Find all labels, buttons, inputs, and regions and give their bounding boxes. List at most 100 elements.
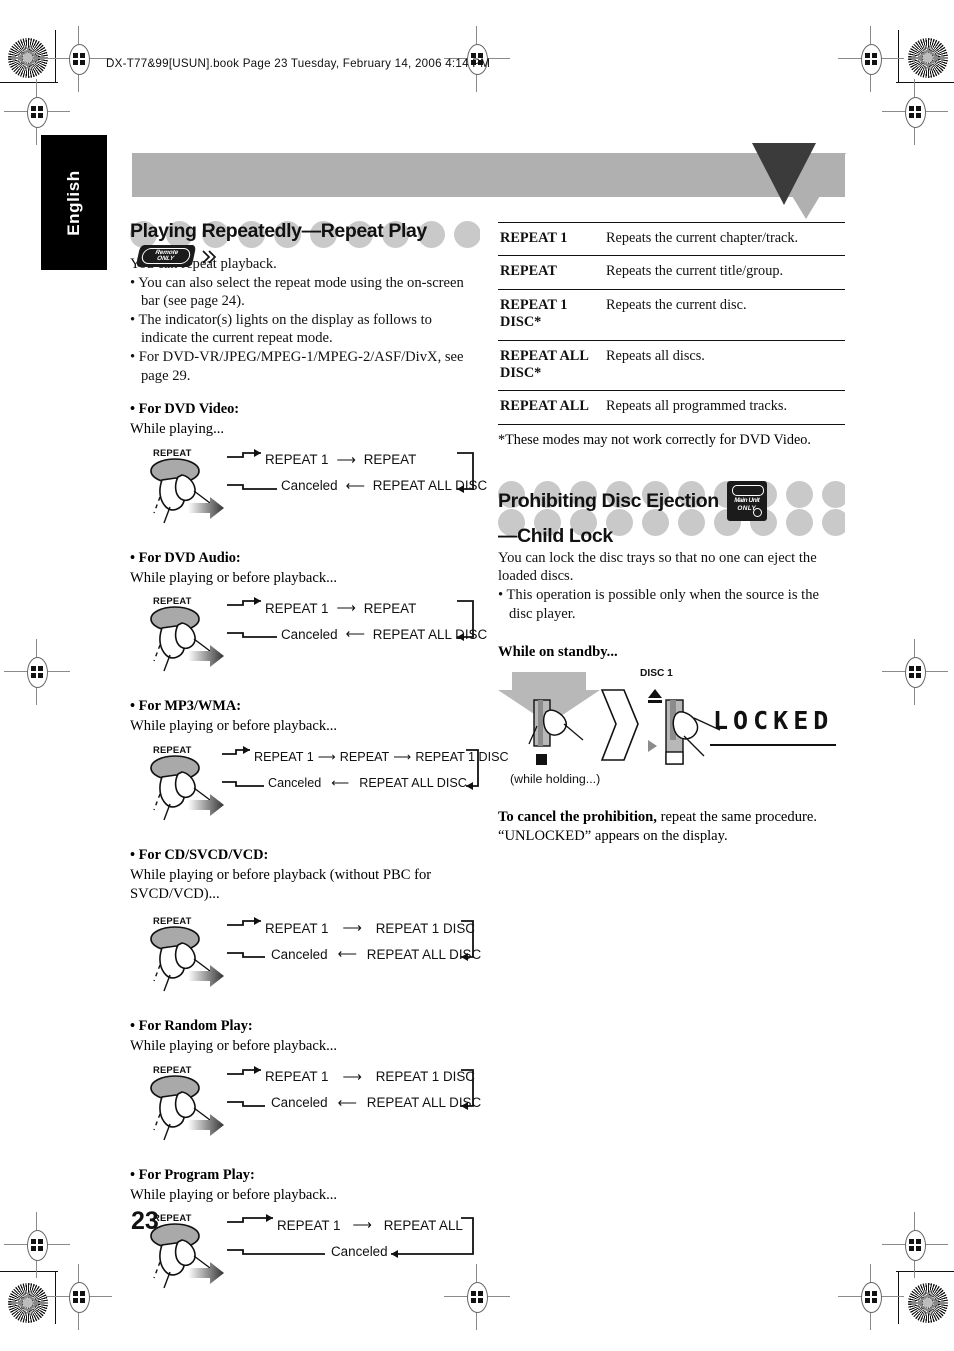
- main-badge-line1: Main Unit: [734, 496, 760, 504]
- flow-state: REPEAT 1: [277, 1217, 341, 1233]
- registration-starburst-top-left: [8, 38, 48, 78]
- table-row: REPEAT Repeats the current title/group.: [498, 255, 845, 290]
- flow-state: Canceled: [281, 626, 338, 642]
- registration-target: [882, 639, 948, 705]
- flow-state: REPEAT 1: [254, 749, 314, 764]
- while-holding-caption: (while holding...): [510, 772, 601, 787]
- mode-description: Repeats the current chapter/track.: [604, 221, 845, 256]
- mode-description: Repeats all programmed tracks.: [604, 390, 845, 424]
- header-triangle-dark: [752, 143, 816, 205]
- remote-badge-line2: ONLY: [156, 255, 175, 263]
- section-title-text: Playing Repeatedly—Repeat Play: [130, 220, 427, 242]
- standby-label-text: While on standby...: [498, 644, 618, 661]
- mode-description: Repeats the current disc.: [604, 288, 845, 341]
- section-heading: For DVD Video:: [130, 400, 480, 419]
- flow-state: REPEAT 1: [265, 452, 329, 468]
- table-row: REPEAT 1 DISC* Repeats the current disc.: [498, 288, 845, 341]
- cancel-instruction-bold: To cancel the prohibition,: [498, 809, 657, 826]
- mode-name: REPEAT: [498, 255, 604, 290]
- bullet-indicator-lights: The indicator(s) lights on the display a…: [130, 311, 480, 348]
- section-heading: For Random Play:: [130, 1017, 480, 1036]
- repeat-button-graphic: REPEAT: [148, 595, 232, 673]
- cancel-instruction: To cancel the prohibition, repeat the sa…: [498, 808, 845, 846]
- repeat-section-mp3-wma: For MP3/WMA: While playing or before pla…: [130, 697, 509, 824]
- section-condition: While playing or before playback (withou…: [130, 866, 432, 902]
- registration-target: [4, 639, 70, 705]
- registration-target: [46, 26, 112, 92]
- flow-state: REPEAT 1: [265, 600, 329, 616]
- section-heading: For MP3/WMA:: [130, 697, 480, 716]
- repeat-button-label: REPEAT: [153, 915, 192, 927]
- repeat-section-dvd-audio: For DVD Audio: While playing or before p…: [130, 549, 487, 676]
- left-column: Playing Repeatedly—Repeat Play Remote ONLY…: [130, 218, 509, 1293]
- flow-cycle: REPEAT 1 ⟶ REPEAT ⟶ REPEAT 1 DISC Cancel…: [220, 742, 509, 804]
- registration-target: [4, 1212, 70, 1278]
- crop-mark-line: [898, 1272, 900, 1324]
- mode-name: REPEAT 1: [498, 221, 604, 256]
- repeat-flow-diagram: REPEAT: [130, 443, 487, 527]
- table-row: REPEAT ALL DISC* Repeats all discs.: [498, 339, 845, 391]
- flow-state: REPEAT 1: [265, 920, 329, 936]
- display-underline: [710, 744, 836, 746]
- bullet-onscreen-bar: You can also select the repeat mode usin…: [130, 274, 480, 311]
- section-title-repeat-play: Playing Repeatedly—Repeat Play Remote ONLY: [130, 218, 480, 268]
- page-number: 23: [131, 1207, 159, 1235]
- flow-cycle: REPEAT 1 ⟶ REPEAT ALL Canceled: [225, 1210, 480, 1272]
- repeat-flow-diagram: REPEAT: [130, 740, 509, 824]
- flow-cycle: REPEAT 1 ⟶ REPEAT 1 DISC Canceled ⟵ REPE…: [225, 913, 481, 975]
- section-condition: While playing or before playback...: [130, 1038, 338, 1055]
- repeat-button-graphic: REPEAT: [148, 915, 232, 993]
- registration-starburst-bottom-left: [8, 1283, 48, 1323]
- flow-state: Canceled: [331, 1243, 388, 1259]
- crop-mark-line: [896, 82, 954, 84]
- flow-cycle: REPEAT 1 ⟶ REPEAT Canceled ⟵ REPEAT ALL …: [225, 593, 487, 655]
- repeat-button-label: REPEAT: [153, 743, 192, 755]
- book-file-header: DX-T77&99[USUN].book Page 23 Tuesday, Fe…: [106, 57, 491, 70]
- mode-name: REPEAT ALL DISC*: [498, 339, 604, 391]
- repeat-button-label: REPEAT: [153, 446, 192, 458]
- section-condition: While playing or before playback...: [130, 1186, 338, 1203]
- registration-starburst-bottom-right: [908, 1283, 948, 1323]
- registration-target: [838, 26, 904, 92]
- flow-cycle: REPEAT 1 ⟶ REPEAT Canceled ⟵ REPEAT ALL …: [225, 445, 487, 507]
- mode-name: REPEAT 1 DISC*: [498, 288, 604, 341]
- flow-state: REPEAT 1 DISC: [375, 1069, 475, 1085]
- section-heading: For Program Play:: [130, 1166, 480, 1185]
- mode-description: Repeats the current title/group.: [604, 255, 845, 290]
- flow-state: REPEAT ALL DISC: [359, 775, 467, 790]
- repeat-flow-diagram: REPEAT: [130, 1060, 481, 1144]
- repeat-modes-table: REPEAT 1 Repeats the current chapter/tra…: [498, 221, 845, 424]
- section-heading: For DVD Audio:: [130, 549, 480, 568]
- flow-state: REPEAT 1: [265, 1069, 329, 1085]
- section-condition: While playing or before playback...: [130, 718, 338, 735]
- mode-description: Repeats all discs.: [604, 339, 845, 391]
- repeat-button-graphic: REPEAT: [148, 1212, 232, 1290]
- registration-target: [838, 1264, 904, 1330]
- repeat-button-label: REPEAT: [153, 1063, 192, 1075]
- registration-target: [882, 1212, 948, 1278]
- flow-state: REPEAT 1 DISC: [375, 920, 475, 936]
- crop-mark-line: [55, 1272, 57, 1324]
- repeat-section-program-play: For Program Play: While playing or befor…: [130, 1166, 480, 1293]
- flow-state: REPEAT: [363, 452, 417, 468]
- crop-mark-line: [0, 1271, 58, 1273]
- registration-starburst-top-right: [908, 38, 948, 78]
- crop-mark-line: [55, 30, 57, 82]
- right-column: REPEAT 1 Repeats the current chapter/tra…: [498, 221, 845, 846]
- flow-state: REPEAT ALL DISC: [372, 626, 488, 642]
- flow-cycle: REPEAT 1 ⟶ REPEAT 1 DISC Canceled ⟵ REPE…: [225, 1062, 481, 1124]
- table-row: REPEAT ALL Repeats all programmed tracks…: [498, 390, 845, 424]
- section-heading: For CD/SVCD/VCD:: [130, 846, 480, 865]
- flow-state: Canceled: [281, 478, 338, 494]
- flow-state: REPEAT ALL: [383, 1217, 463, 1233]
- section-condition: While playing or before playback...: [130, 569, 338, 586]
- table-row: REPEAT 1 Repeats the current chapter/tra…: [498, 221, 845, 256]
- section-title-child-lock: Prohibiting Disc Ejection Main Unit ONLY —…: [498, 480, 845, 547]
- repeat-section-cd-svcd-vcd: For CD/SVCD/VCD: While playing or before…: [130, 846, 481, 995]
- flow-state: Canceled: [268, 775, 322, 790]
- flow-state: REPEAT: [339, 749, 390, 764]
- language-tab: English: [41, 135, 107, 270]
- child-lock-figure: DISC 1 LOCKED (while holding...): [498, 666, 845, 794]
- child-lock-title-line2: —Child Lock: [498, 524, 613, 547]
- bullet-formats-page29: For DVD-VR/JPEG/MPEG-1/MPEG-2/ASF/DivX, …: [130, 348, 480, 385]
